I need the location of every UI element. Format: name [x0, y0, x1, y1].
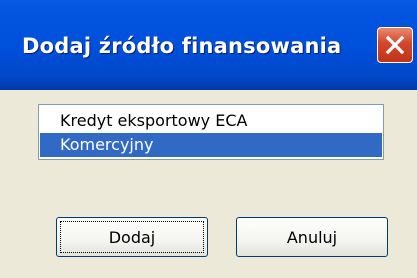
add-button[interactable]: Dodaj: [56, 217, 208, 257]
close-icon: [385, 35, 405, 55]
list-item-selected[interactable]: Komercyjny: [40, 133, 382, 157]
cancel-button[interactable]: Anuluj: [236, 217, 388, 257]
title-bar[interactable]: Dodaj źródło finansowania: [0, 0, 417, 90]
close-button[interactable]: [377, 27, 413, 63]
funding-source-listbox[interactable]: Kredyt eksportowy ECA Komercyjny: [38, 104, 384, 160]
window-title: Dodaj źródło finansowania: [22, 34, 342, 58]
list-item[interactable]: Kredyt eksportowy ECA: [40, 109, 382, 133]
